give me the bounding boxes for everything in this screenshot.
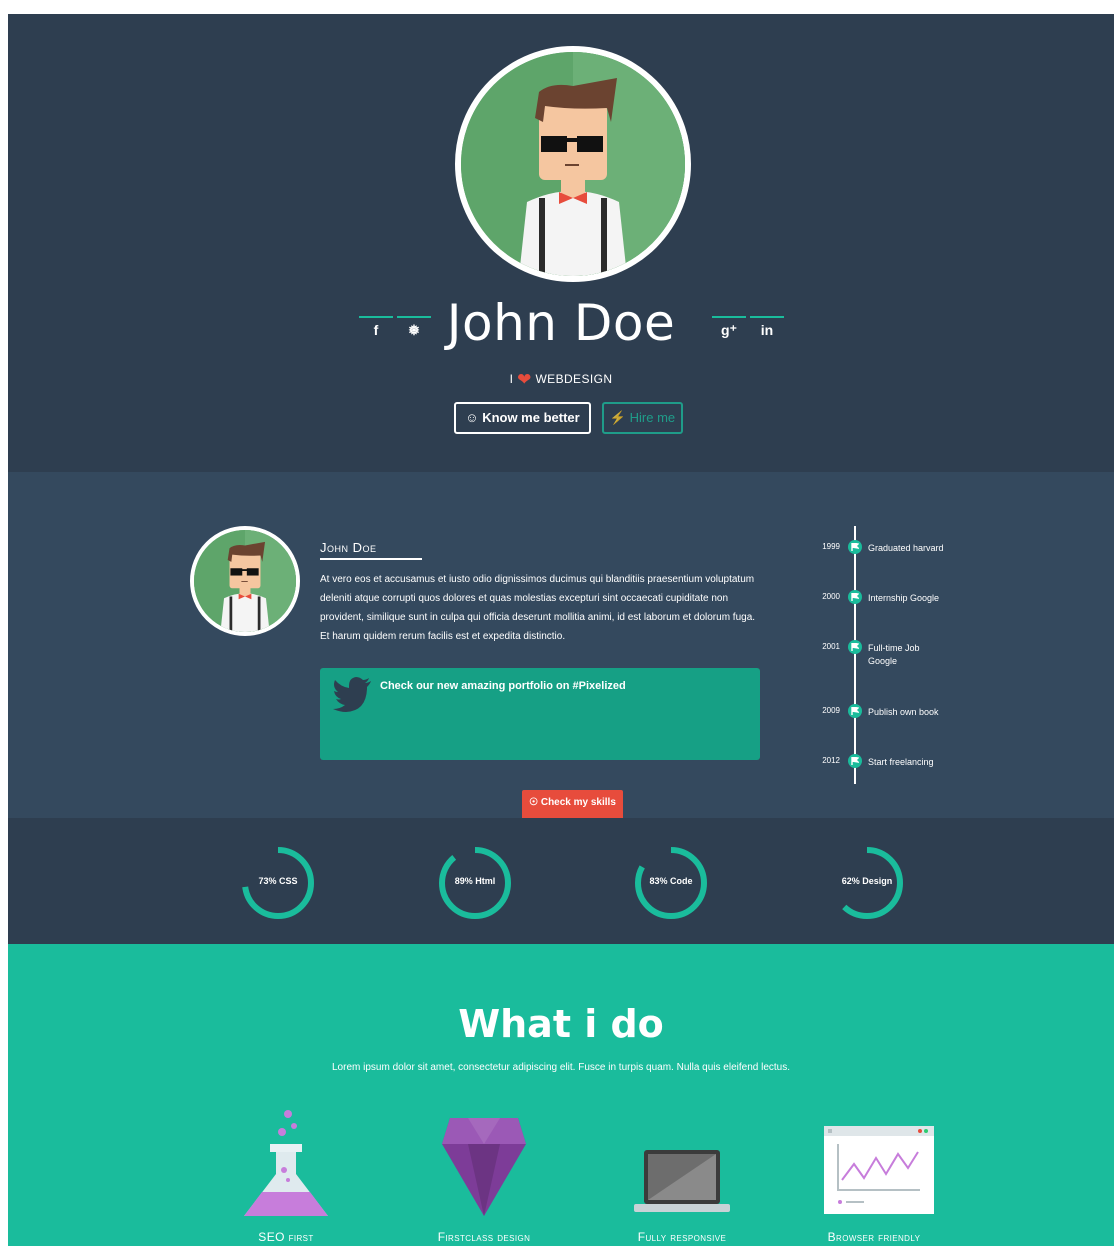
service-label: Firstclass design bbox=[437, 1230, 531, 1244]
bolt-icon: ⚡ bbox=[609, 410, 627, 425]
about-title: John Doe bbox=[320, 540, 377, 555]
twitter-bird-icon bbox=[333, 677, 371, 712]
skill-label: 89% Html bbox=[454, 876, 496, 886]
skill-label: 73% CSS bbox=[258, 876, 298, 886]
check-my-skills-button[interactable]: ☉ Check my skills bbox=[522, 790, 623, 818]
target-icon: ☉ bbox=[529, 797, 539, 808]
timeline-label: Publish own book bbox=[868, 707, 939, 717]
name-row: f ❅ John Doe g⁺ in bbox=[8, 292, 1114, 362]
timeline-year: 1999 bbox=[822, 542, 840, 551]
what-i-do-section: What i do Lorem ipsum dolor sit amet, co… bbox=[8, 944, 1114, 1246]
smile-icon: ☺ bbox=[465, 410, 479, 425]
skill-ring-design: 62% Design bbox=[830, 846, 904, 920]
tagline-i: I bbox=[509, 372, 514, 386]
about-text: At vero eos et accusamus et iusto odio d… bbox=[320, 574, 756, 642]
timeline-item: 2000 Internship Google bbox=[788, 590, 988, 610]
skill-ring-html: 89% Html bbox=[438, 846, 512, 920]
about-title-underline bbox=[320, 558, 422, 560]
tweet-box[interactable]: Check our new amazing portfolio on #Pixe… bbox=[320, 668, 760, 760]
about-avatar bbox=[190, 526, 300, 636]
timeline-item: 2009 Publish own book bbox=[788, 704, 988, 724]
skills-section: 73% CSS 89% Html 83% Code 62% Design bbox=[8, 818, 1114, 944]
skill-label: 83% Code bbox=[649, 876, 693, 886]
timeline-label: Start freelancing bbox=[868, 757, 934, 767]
flag-icon bbox=[848, 704, 862, 718]
timeline-label: Graduated harvard bbox=[868, 543, 944, 553]
hire-me-button[interactable]: ⚡ Hire me bbox=[602, 402, 683, 434]
timeline-year: 2001 bbox=[822, 642, 840, 651]
timeline-year: 2000 bbox=[822, 592, 840, 601]
service-label: Fully responsive bbox=[637, 1230, 727, 1244]
timeline-label: Full-time Job Google bbox=[868, 643, 920, 666]
flask-icon bbox=[244, 1110, 328, 1216]
diamond-icon bbox=[442, 1118, 526, 1216]
hero-section: f ❅ John Doe g⁺ in I ❤ WEBDESIGN ☺ Know … bbox=[8, 14, 1114, 472]
linkedin-icon[interactable]: in bbox=[750, 316, 784, 346]
service-label: Browser friendly bbox=[827, 1230, 921, 1244]
page: f ❅ John Doe g⁺ in I ❤ WEBDESIGN ☺ Know … bbox=[8, 14, 1114, 1246]
flag-icon bbox=[848, 590, 862, 604]
what-i-do-subtitle: Lorem ipsum dolor sit amet, consectetur … bbox=[332, 1062, 790, 1073]
heart-icon: ❤ bbox=[517, 370, 532, 389]
skill-ring-css: 73% CSS bbox=[241, 846, 315, 920]
tagline: I ❤ WEBDESIGN bbox=[8, 370, 1114, 390]
hero-avatar bbox=[455, 46, 691, 282]
flag-icon bbox=[848, 640, 862, 654]
timeline-year: 2009 bbox=[822, 706, 840, 715]
skill-ring-code: 83% Code bbox=[634, 846, 708, 920]
what-i-do-title: What i do bbox=[458, 1002, 664, 1046]
timeline-item: 2001 Full-time Job Google bbox=[788, 640, 988, 666]
tagline-word: WEBDESIGN bbox=[535, 372, 613, 386]
about-section: John Doe At vero eos et accusamus et ius… bbox=[8, 472, 1114, 818]
laptop-icon bbox=[634, 1150, 730, 1212]
skill-label: 62% Design bbox=[841, 876, 893, 886]
timeline-item: 1999 Graduated harvard bbox=[788, 540, 988, 560]
hero-name: John Doe bbox=[446, 294, 676, 352]
know-me-better-button[interactable]: ☺ Know me better bbox=[454, 402, 591, 434]
timeline-label: Internship Google bbox=[868, 593, 940, 603]
google-plus-icon[interactable]: g⁺ bbox=[712, 316, 746, 346]
flag-icon bbox=[848, 540, 862, 554]
tweet-text: Check our new amazing portfolio on #Pixe… bbox=[380, 680, 626, 692]
timeline-item: 2012 Start freelancing bbox=[788, 754, 988, 774]
service-label: SEO first bbox=[258, 1230, 314, 1244]
service-design: Firstclass design bbox=[424, 1104, 544, 1246]
timeline-year: 2012 bbox=[822, 756, 840, 765]
browser-chart-icon bbox=[824, 1126, 934, 1214]
service-seo: SEO first bbox=[226, 1104, 346, 1246]
service-responsive: Fully responsive bbox=[622, 1104, 742, 1246]
service-browser: Browser friendly bbox=[814, 1104, 934, 1246]
flag-icon bbox=[848, 754, 862, 768]
